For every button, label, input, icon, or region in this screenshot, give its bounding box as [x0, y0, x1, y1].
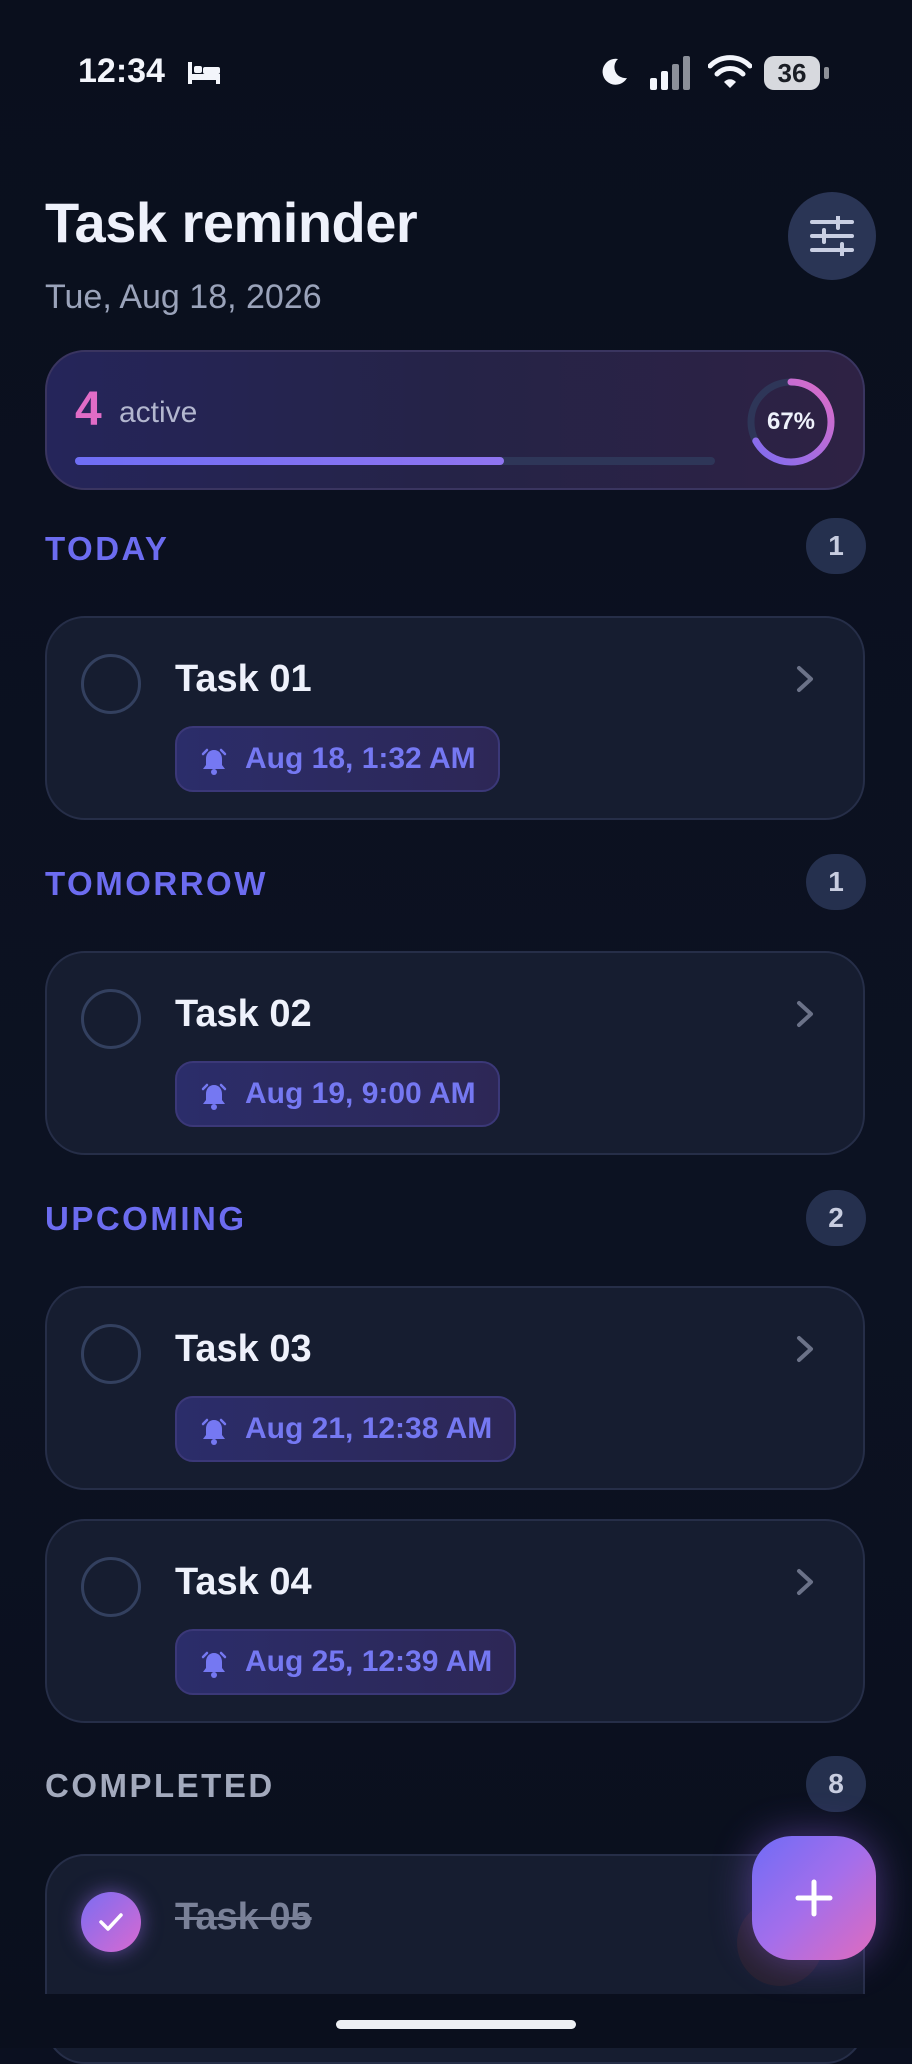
section-count-today: 1 [806, 518, 866, 574]
task-name: Task 01 [175, 658, 312, 700]
current-date: Tue, Aug 18, 2026 [45, 278, 322, 316]
chevron-right-icon [797, 666, 813, 692]
alarm-bell-icon [201, 1418, 227, 1445]
alarm-bell-icon [201, 1083, 227, 1110]
task-checkbox[interactable] [81, 1557, 141, 1617]
moon-icon [602, 58, 627, 85]
alarm-bell-icon [201, 1651, 227, 1678]
section-title-today: TODAY [45, 530, 170, 567]
status-bar: 12:34 36 [0, 0, 912, 150]
chevron-right-icon [797, 1001, 813, 1027]
progress-percent: 67% [766, 408, 816, 435]
section-count-upcoming: 2 [806, 1190, 866, 1246]
section-title-tomorrow: TOMORROW [45, 865, 268, 902]
task-checkbox[interactable] [81, 989, 141, 1049]
chevron-right-icon [797, 1569, 813, 1595]
task-name: Task 04 [175, 1561, 312, 1603]
reminder-pill: Aug 19, 9:00 AM [175, 1061, 500, 1127]
screen: 12:34 36 Task reminder Tue, Aug 18, 2026… [0, 0, 912, 2064]
reminder-time: Aug 21, 12:38 AM [245, 1412, 493, 1445]
active-label: active [119, 396, 198, 429]
add-task-button[interactable] [752, 1836, 876, 1960]
filter-button[interactable] [788, 192, 876, 280]
task-name: Task 03 [175, 1328, 312, 1370]
reminder-time: Aug 18, 1:32 AM [245, 742, 476, 775]
task-card[interactable]: Task 01 Aug 18, 1:32 AM [45, 616, 865, 820]
signal-icon [650, 56, 690, 90]
task-card[interactable]: Task 04 Aug 25, 12:39 AM [45, 1519, 865, 1723]
reminder-pill: Aug 25, 12:39 AM [175, 1629, 517, 1695]
section-title-upcoming: UPCOMING [45, 1200, 247, 1237]
plus-icon [795, 1879, 833, 1917]
task-card[interactable]: Task 02 Aug 19, 9:00 AM [45, 951, 865, 1155]
sliders-icon [810, 216, 854, 256]
alarm-bell-icon [201, 748, 227, 775]
battery-level: 36 [777, 58, 807, 88]
reminder-pill: Aug 21, 12:38 AM [175, 1396, 517, 1462]
chevron-right-icon [797, 1336, 813, 1362]
checkmark-icon [99, 1913, 123, 1931]
home-indicator[interactable] [336, 2020, 576, 2029]
active-count: 4 [75, 383, 102, 436]
progress-bar-fill [75, 457, 504, 465]
task-checkbox[interactable] [81, 654, 141, 714]
progress-card: 4 active 67% [45, 350, 865, 490]
task-name: Task 02 [175, 993, 312, 1035]
reminder-time: Aug 19, 9:00 AM [245, 1077, 476, 1110]
section-count-tomorrow: 1 [806, 854, 866, 910]
wifi-icon [708, 55, 752, 88]
task-checkbox[interactable] [81, 1324, 141, 1384]
progress-bar [75, 457, 715, 465]
task-checkbox-checked[interactable] [81, 1892, 141, 1952]
reminder-pill: Aug 18, 1:32 AM [175, 726, 500, 792]
status-time: 12:34 [78, 52, 165, 90]
page-title: Task reminder [45, 191, 418, 254]
bed-icon [188, 62, 220, 84]
section-count-completed: 8 [806, 1756, 866, 1812]
reminder-time: Aug 25, 12:39 AM [245, 1645, 493, 1678]
task-name: Task 05 [175, 1896, 312, 1938]
section-title-completed: COMPLETED [45, 1767, 275, 1804]
battery-icon: 36 [764, 56, 830, 90]
task-card[interactable]: Task 03 Aug 21, 12:38 AM [45, 1286, 865, 1490]
